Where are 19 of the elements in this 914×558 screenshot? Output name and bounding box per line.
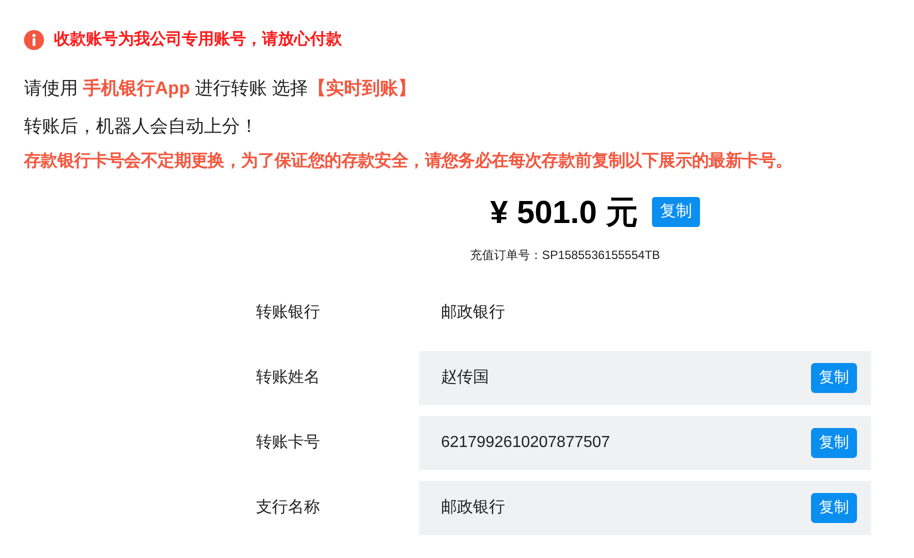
instruction-text: 请使用 手机银行App 进行转账 选择【实时到账】 (23, 77, 416, 100)
field-label: 转账银行 (255, 303, 321, 323)
copy-button[interactable]: 复制 (811, 428, 857, 458)
notice-text: 收款账号为我公司专用账号，请放心付款 (54, 29, 342, 50)
info-icon (24, 30, 44, 50)
field-value: 邮政银行 (441, 498, 505, 518)
warning-text: 存款银行卡号会不定期更换，为了保证您的存款安全，请您务必在每次存款前复制以下展示的最新卡号。 (22, 150, 792, 172)
amount-text: ¥ 501.0 元 (490, 193, 638, 232)
field-value: 赵传国 (441, 368, 489, 388)
field-label: 支行名称 (255, 498, 321, 518)
field-value: 邮政银行 (440, 302, 505, 323)
copy-button[interactable]: 复制 (811, 363, 857, 393)
note-text: 转账后，机器人会自动上分！ (23, 115, 258, 138)
field-label: 转账卡号 (255, 432, 321, 453)
field-value: 6217992610207877507 (441, 433, 610, 453)
copy-button[interactable]: 复制 (811, 493, 857, 523)
field-label: 转账姓名 (255, 368, 321, 388)
copy-button[interactable]: 复制 (652, 197, 700, 227)
order-number: 充值订单号：SP1585536155554TB (468, 247, 660, 264)
